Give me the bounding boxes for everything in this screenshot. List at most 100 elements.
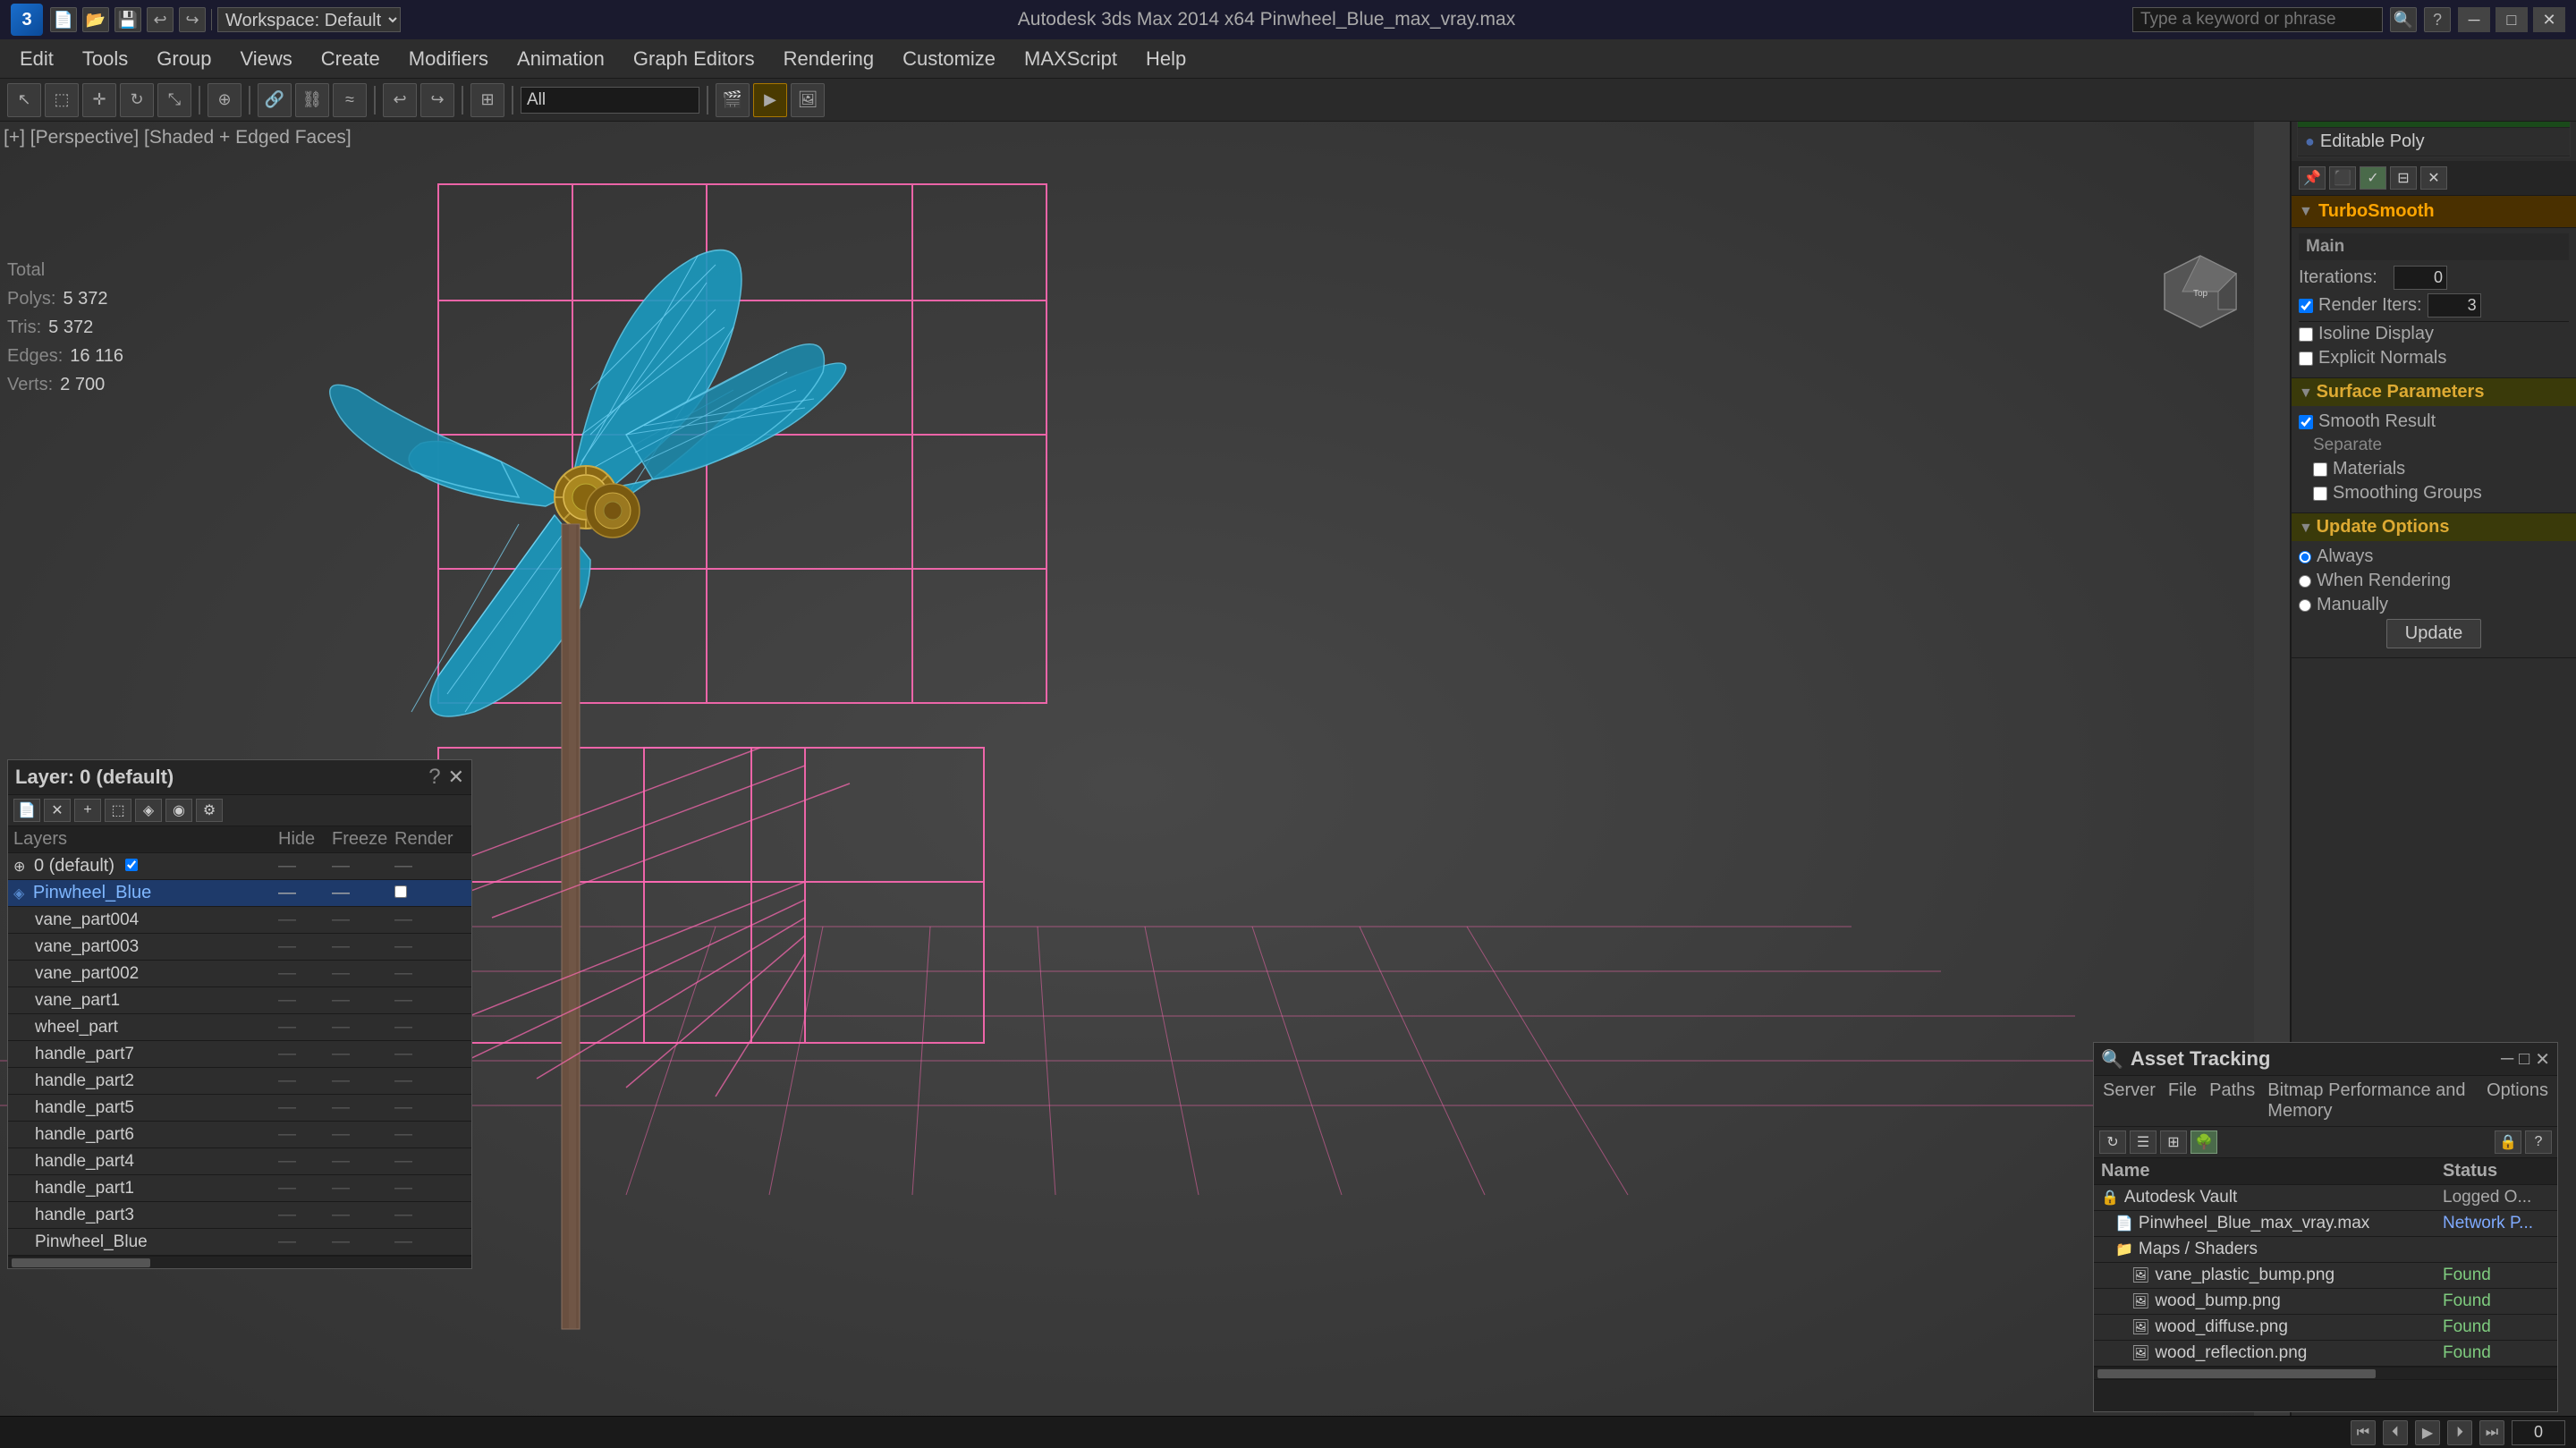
select-region-btn[interactable]: ⬚ (45, 83, 79, 117)
maximize-btn[interactable]: □ (2496, 7, 2528, 32)
layer-handle5-row[interactable]: handle_part5 — — — (8, 1095, 471, 1122)
asset-menu-file[interactable]: File (2165, 1079, 2200, 1123)
update-options-title[interactable]: ▼ Update Options (2292, 513, 2576, 541)
unlink-btn[interactable]: ⛓ (295, 83, 329, 117)
layer-handle3-row[interactable]: handle_part3 — — — (8, 1202, 471, 1229)
asset-menu-paths[interactable]: Paths (2206, 1079, 2258, 1123)
close-btn[interactable]: ✕ (2533, 7, 2565, 32)
always-radio[interactable] (2299, 551, 2311, 563)
active-shade-icon[interactable]: ⬛ (2329, 166, 2356, 190)
layer-handle2-row[interactable]: handle_part2 — — — (8, 1068, 471, 1095)
menu-group[interactable]: Group (144, 44, 224, 74)
layer-vane004-row[interactable]: vane_part004 — — — (8, 907, 471, 934)
layer-panel-close[interactable]: ✕ (448, 766, 464, 789)
asset-restore-btn[interactable]: □ (2519, 1049, 2529, 1070)
save-btn[interactable]: 💾 (114, 7, 141, 32)
go-to-start-btn[interactable]: ⏮ (2351, 1420, 2376, 1445)
asset-help-icon[interactable]: ? (2525, 1130, 2552, 1154)
layer-handle6-row[interactable]: handle_part6 — — — (8, 1122, 471, 1148)
layer-help-icon[interactable]: ? (428, 765, 440, 790)
asset-minimize-btn[interactable]: ─ (2501, 1049, 2513, 1070)
layer-vane003-row[interactable]: vane_part003 — — — (8, 934, 471, 961)
layer-handle1-row[interactable]: handle_part1 — — — (8, 1175, 471, 1202)
layer-scrollbar[interactable] (8, 1256, 471, 1268)
asset-vane-bump-row[interactable]: 🖼 vane_plastic_bump.png Found (2094, 1263, 2557, 1289)
editablepoly-modifier[interactable]: ● Editable Poly (2298, 128, 2570, 157)
menu-customize[interactable]: Customize (890, 44, 1008, 74)
redo-toolbar-btn[interactable]: ↪ (420, 83, 454, 117)
asset-wood-diffuse-row[interactable]: 🖼 wood_diffuse.png Found (2094, 1315, 2557, 1341)
new-btn[interactable]: 📄 (50, 7, 77, 32)
asset-wood-bump-row[interactable]: 🖼 wood_bump.png Found (2094, 1289, 2557, 1315)
help-icon[interactable]: ? (2424, 7, 2451, 32)
undo-btn[interactable]: ↩ (147, 7, 174, 32)
asset-refresh-icon[interactable]: ↻ (2099, 1130, 2126, 1154)
layer-options-btn[interactable]: ⚙ (196, 799, 223, 822)
next-frame-btn[interactable]: ⏵ (2447, 1420, 2472, 1445)
pinwheel-render-checkbox[interactable] (394, 885, 407, 898)
use-pivot-btn[interactable]: ⊕ (208, 83, 242, 117)
viewport-corner-label[interactable]: [+] [Perspective] [Shaded + Edged Faces] (4, 127, 352, 148)
render-type-btn[interactable]: 🖼 (791, 83, 825, 117)
workspace-select[interactable]: Workspace: Default (217, 7, 401, 32)
nav-cube[interactable]: Top (2156, 247, 2245, 336)
remove-modifier-icon[interactable]: ✕ (2420, 166, 2447, 190)
asset-column-view-icon[interactable]: ⊞ (2160, 1130, 2187, 1154)
layer-pinwheel-bottom-row[interactable]: Pinwheel_Blue — — — (8, 1229, 471, 1256)
update-button[interactable]: Update (2386, 619, 2482, 648)
scale-btn[interactable]: ⤡ (157, 83, 191, 117)
menu-tools[interactable]: Tools (70, 44, 140, 74)
redo-btn[interactable]: ↪ (179, 7, 206, 32)
menu-create[interactable]: Create (309, 44, 393, 74)
layer-select-layer-btn[interactable]: ◈ (135, 799, 162, 822)
search-input[interactable] (2132, 7, 2383, 32)
menu-maxscript[interactable]: MAXScript (1012, 44, 1130, 74)
render-iters-checkbox[interactable] (2299, 299, 2313, 313)
asset-scrollbar[interactable] (2094, 1367, 2557, 1379)
explicit-normals-checkbox[interactable] (2299, 351, 2313, 366)
layer-default-row[interactable]: ⊕ 0 (default) — — — (8, 853, 471, 880)
manually-radio[interactable] (2299, 599, 2311, 612)
asset-tree-view-icon[interactable]: 🌳 (2190, 1130, 2217, 1154)
menu-help[interactable]: Help (1133, 44, 1199, 74)
layer-highlight-btn[interactable]: ◉ (165, 799, 192, 822)
iterations-input[interactable]: 0 (2394, 266, 2447, 290)
show-result-icon[interactable]: ✓ (2360, 166, 2386, 190)
frame-input[interactable] (2512, 1420, 2565, 1445)
select-btn[interactable]: ↖ (7, 83, 41, 117)
menu-animation[interactable]: Animation (504, 44, 617, 74)
asset-vault-row[interactable]: 🔒 Autodesk Vault Logged O... (2094, 1185, 2557, 1211)
layer-delete-btn[interactable]: ✕ (44, 799, 71, 822)
surface-params-title[interactable]: ▼ Surface Parameters (2292, 378, 2576, 406)
move-btn[interactable]: ✛ (82, 83, 116, 117)
link-btn[interactable]: 🔗 (258, 83, 292, 117)
materials-checkbox[interactable] (2313, 462, 2327, 477)
smoothing-groups-checkbox[interactable] (2313, 487, 2327, 501)
minimize-btn[interactable]: ─ (2458, 7, 2490, 32)
asset-pinwheel-max-row[interactable]: 📄 Pinwheel_Blue_max_vray.max Network P..… (2094, 1211, 2557, 1237)
layer-pinwheel-row[interactable]: ◈ Pinwheel_Blue — — (8, 880, 471, 907)
smooth-result-checkbox[interactable] (2299, 415, 2313, 429)
asset-list-view-icon[interactable]: ☰ (2130, 1130, 2157, 1154)
layer-vane002-row[interactable]: vane_part002 — — — (8, 961, 471, 987)
layer-wheel-row[interactable]: wheel_part — — — (8, 1014, 471, 1041)
render-btn[interactable]: ▶ (753, 83, 787, 117)
layer-handle7-row[interactable]: handle_part7 — — — (8, 1041, 471, 1068)
asset-menu-bitmap[interactable]: Bitmap Performance and Memory (2264, 1079, 2478, 1123)
asset-wood-reflect-row[interactable]: 🖼 wood_reflection.png Found (2094, 1341, 2557, 1367)
bind-space-warp-btn[interactable]: ≈ (333, 83, 367, 117)
selection-filter-input[interactable] (521, 87, 699, 114)
asset-menu-options[interactable]: Options (2483, 1079, 2552, 1123)
asset-menu-server[interactable]: Server (2099, 1079, 2159, 1123)
layer-add-selection-btn[interactable]: + (74, 799, 101, 822)
layer-vane1-row[interactable]: vane_part1 — — — (8, 987, 471, 1014)
layer-handle4-row[interactable]: handle_part4 — — — (8, 1148, 471, 1175)
go-to-end-btn[interactable]: ⏭ (2479, 1420, 2504, 1445)
isolate-icon[interactable]: ⊟ (2390, 166, 2417, 190)
prev-frame-btn[interactable]: ⏴ (2383, 1420, 2408, 1445)
asset-close-btn[interactable]: ✕ (2535, 1048, 2550, 1071)
open-btn[interactable]: 📂 (82, 7, 109, 32)
search-btn[interactable]: 🔍 (2390, 7, 2417, 32)
schematic-view-btn[interactable]: ⊞ (470, 83, 504, 117)
asset-maps-row[interactable]: 📁 Maps / Shaders (2094, 1237, 2557, 1263)
